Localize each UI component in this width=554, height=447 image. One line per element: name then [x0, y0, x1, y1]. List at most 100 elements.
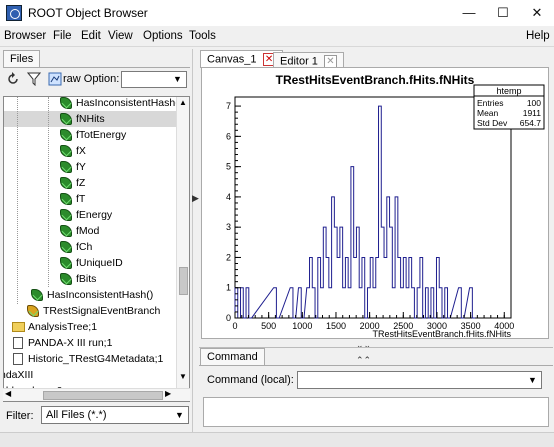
folder-icon: [12, 322, 25, 332]
divider: [199, 365, 553, 366]
draw-option-label: raw Option:: [63, 73, 120, 85]
leaf-icon: [60, 129, 72, 141]
file-tree: HasInconsistentHash() fNHits fTotEnergy …: [3, 96, 190, 402]
tree-item[interactable]: fT: [4, 191, 179, 207]
x-tick-label: 0: [232, 321, 237, 331]
y-tick-label: 5: [226, 162, 231, 172]
menu-help[interactable]: Help: [526, 30, 550, 42]
tree-item[interactable]: HasInconsistentHash(): [4, 287, 179, 303]
scroll-right-icon[interactable]: ▶: [165, 389, 171, 398]
splitter-handle-icon[interactable]: ⌄⌄: [356, 340, 371, 351]
tree-item[interactable]: fTotEnergy: [4, 127, 179, 143]
leaf-icon: [60, 193, 72, 205]
leaf-icon: [60, 97, 72, 109]
tree-item[interactable]: AnalysisTree;1: [4, 319, 179, 335]
close-button[interactable]: ✕: [520, 0, 554, 26]
x-axis-label: TRestHitsEventBranch.fHits.fNHits: [372, 329, 511, 338]
tree-item[interactable]: fX: [4, 143, 179, 159]
tab-canvas[interactable]: Canvas_1 ✕: [200, 50, 283, 68]
tree-guide-line: [48, 97, 49, 287]
tab-files[interactable]: Files: [3, 50, 41, 67]
menu-bar: Browser File Edit View Options Tools Hel…: [0, 27, 554, 47]
scroll-thumb[interactable]: [179, 267, 188, 295]
root-app-icon: [6, 5, 22, 21]
tree-item[interactable]: fEnergy: [4, 207, 179, 223]
tree-item[interactable]: TRestSignalEventBranch: [4, 303, 179, 319]
stats-value: 100: [527, 98, 541, 108]
tree-item[interactable]: fMod: [4, 223, 179, 239]
title-bar: ROOT Object Browser — ☐ ✕: [0, 0, 554, 26]
tree-item-selected[interactable]: fNHits: [4, 111, 179, 127]
filter-label: Filter:: [6, 410, 34, 422]
leaf-icon: [60, 113, 72, 125]
scroll-down-icon[interactable]: ▼: [179, 372, 187, 381]
leaf-icon: [60, 177, 72, 189]
command-output[interactable]: [203, 397, 549, 427]
stats-value: 654.7: [520, 118, 542, 128]
tree-item[interactable]: fBits: [4, 271, 179, 287]
x-tick-label: 1500: [326, 321, 346, 331]
tree-item[interactable]: fY: [4, 159, 179, 175]
stats-name: htemp: [496, 86, 521, 96]
status-bar: [0, 432, 554, 447]
tree-guide-line: [17, 97, 18, 304]
histogram-line: [234, 105, 476, 319]
command-input[interactable]: ▼: [297, 371, 542, 389]
tree-vertical-scrollbar[interactable]: ▲ ▼: [176, 97, 189, 401]
leaf-icon: [60, 225, 72, 237]
stats-key: Std Dev: [477, 118, 508, 128]
splitter-arrow-icon[interactable]: ▶: [192, 193, 199, 204]
menu-tools[interactable]: Tools: [189, 30, 216, 42]
tab-command[interactable]: Command: [200, 348, 265, 365]
menu-browser[interactable]: Browser: [4, 30, 46, 42]
refresh-icon[interactable]: [6, 72, 20, 86]
tab-editor-label: Editor 1: [280, 55, 318, 68]
y-tick-label: 2: [226, 252, 231, 262]
tree-item[interactable]: fUniqueID: [4, 255, 179, 271]
filter-icon[interactable]: [26, 72, 42, 87]
tree-item[interactable]: fZ: [4, 175, 179, 191]
y-tick-label: 1: [226, 283, 231, 293]
tree-horizontal-scrollbar[interactable]: ◀ ▶: [3, 388, 190, 401]
menu-view[interactable]: View: [108, 30, 133, 42]
canvas-area[interactable]: TRestHitsEventBranch.fHits.fNHits 0 500 100…: [201, 67, 549, 339]
chevron-down-icon: ▼: [175, 410, 184, 420]
leaf-icon: [60, 161, 72, 173]
tree-item[interactable]: ndaXIII: [4, 367, 179, 383]
document-icon: [13, 353, 23, 365]
histogram-chart[interactable]: TRestHitsEventBranch.fHits.fNHits 0 500 100…: [202, 68, 548, 339]
minimize-button[interactable]: —: [452, 0, 486, 26]
tree-item[interactable]: PANDA-X III run;1: [4, 335, 179, 351]
y-tick-label: 3: [226, 222, 231, 232]
y-tick-label: 4: [226, 192, 231, 202]
chevron-down-icon: ▼: [528, 375, 537, 385]
chevron-down-icon: ▼: [173, 74, 182, 84]
scroll-left-icon[interactable]: ◀: [5, 389, 11, 398]
tab-divider: [3, 67, 190, 68]
y-tick-label: 0: [226, 313, 231, 323]
leaf-icon: [60, 273, 72, 285]
tree-item[interactable]: fCh: [4, 239, 179, 255]
stats-value: 1911: [523, 108, 542, 118]
file-filter-value: All Files (*.*): [46, 409, 107, 421]
file-filter-combo[interactable]: All Files (*.*) ▼: [41, 406, 189, 424]
leaf-icon: [31, 289, 43, 301]
leaf-icon: [60, 145, 72, 157]
scroll-up-icon[interactable]: ▲: [179, 98, 187, 107]
tree-item[interactable]: Historic_TRestG4Metadata;1: [4, 351, 179, 367]
menu-edit[interactable]: Edit: [81, 30, 101, 42]
chart-title: TRestHitsEventBranch.fHits.fNHits: [276, 73, 475, 87]
leaf-icon: [60, 209, 72, 221]
scroll-thumb-horizontal[interactable]: [43, 391, 163, 400]
command-label: Command (local):: [207, 374, 294, 386]
branch-icon: [27, 305, 39, 317]
menu-options[interactable]: Options: [143, 30, 183, 42]
menu-file[interactable]: File: [53, 30, 72, 42]
x-tick-label: 500: [261, 321, 276, 331]
leaf-icon: [60, 241, 72, 253]
tab-canvas-label: Canvas_1: [207, 53, 257, 66]
document-icon: [13, 337, 23, 349]
draw-option-combo[interactable]: ▼: [121, 71, 187, 88]
maximize-button[interactable]: ☐: [486, 0, 520, 26]
tree-item[interactable]: HasInconsistentHash(): [4, 97, 182, 111]
